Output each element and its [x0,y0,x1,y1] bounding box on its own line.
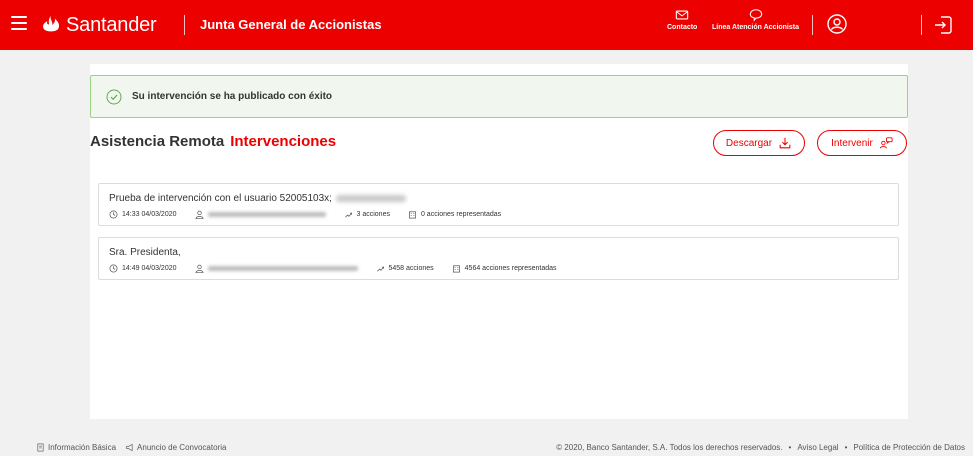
shares-icon [344,212,352,218]
contact-label: Contacto [667,24,698,31]
intervention-item[interactable]: Prueba de intervención con el usuario 52… [98,183,899,226]
intervention-shares: 5458 acciones [376,264,434,273]
app-title: Junta General de Accionistas [200,17,382,32]
building-icon [452,265,460,273]
intervention-title-text: Sra. Presidenta, [109,247,181,258]
intervention-item[interactable]: Sra. Presidenta, 14:49 04/03/2020 5458 a… [98,237,899,280]
intervention-meta: 14:49 04/03/2020 5458 acciones 4564 acci… [109,264,575,273]
page-title-main: Asistencia Remota [90,133,225,150]
footer-legal: © 2020, Banco Santander, S.A. Todos los … [550,443,965,452]
intervention-title-text: Prueba de intervención con el usuario 52… [109,193,332,204]
shareholder-line-link[interactable]: Línea Atención Accionista [712,8,799,31]
intervention-represented: 0 acciones representadas [408,210,501,219]
clock-icon [109,264,118,273]
intervention-time-value: 14:33 04/03/2020 [122,211,177,218]
header-divider [921,15,922,35]
intervention-time: 14:33 04/03/2020 [109,210,177,219]
footer-links: Información Básica Anuncio de Convocator… [36,443,235,452]
basic-info-link[interactable]: Información Básica [36,443,116,452]
speech-bubble-icon [749,9,762,22]
logout-icon[interactable] [932,14,954,36]
person-icon [194,210,204,219]
intervention-shares-value: 5458 acciones [388,265,434,272]
shareholder-line-label: Línea Atención Accionista [712,24,799,31]
intervention-user [194,264,358,273]
page-title-section: Intervenciones [230,133,337,150]
santander-logo[interactable]: Santander [40,12,157,38]
basic-info-label: Información Básica [48,443,117,452]
redacted-user-name [207,266,358,271]
page-title: Asistencia Remota Intervenciones [90,133,336,150]
intervention-shares: 3 acciones [344,210,390,219]
download-icon [779,137,791,149]
header-divider [184,15,185,35]
intervention-title: Sra. Presidenta, [109,247,181,258]
redacted-user-name [207,212,326,217]
brand-name: Santander [66,13,157,36]
intervention-meta: 14:33 04/03/2020 3 acciones 0 acciones r… [109,210,519,219]
santander-flame-icon [43,15,60,32]
document-icon [37,443,44,452]
intervention-represented-value: 0 acciones representadas [420,211,502,218]
clock-icon [109,210,118,219]
notice-link[interactable]: Anuncio de Convocatoria [125,443,226,452]
footer-separator: • [844,443,848,452]
envelope-icon [675,10,689,20]
privacy-policy-link[interactable]: Política de Protección de Datos [853,443,965,452]
user-circle-icon[interactable] [826,13,848,35]
redacted-name [335,194,406,202]
intervention-time-value: 14:49 04/03/2020 [122,265,177,272]
check-circle-icon [106,89,122,104]
header-divider [812,15,813,35]
footer: Información Básica Anuncio de Convocator… [0,440,973,456]
alert-message: Su intervención se ha publicado con éxit… [132,91,333,102]
copyright-text: © 2020, Banco Santander, S.A. Todos los … [556,443,783,452]
legal-notice-link[interactable]: Aviso Legal [797,443,838,452]
footer-separator: • [788,443,792,452]
intervention-user [194,210,326,219]
intervention-shares-value: 3 acciones [356,211,390,218]
building-icon [408,211,416,219]
success-alert: Su intervención se ha publicado con éxit… [90,75,908,118]
top-header: Santander Junta General de Accionistas C… [0,0,973,50]
notice-label: Anuncio de Convocatoria [137,443,227,452]
intervention-represented-value: 4564 acciones representadas [464,265,557,272]
intervention-represented: 4564 acciones representadas [452,264,557,273]
intervene-button[interactable]: Intervenir [817,130,907,156]
contact-link[interactable]: Contacto [667,8,697,31]
download-label: Descargar [725,137,773,149]
megaphone-icon [126,443,133,452]
download-button[interactable]: Descargar [713,130,805,156]
person-icon [194,264,204,273]
main-card: Su intervención se ha publicado con éxit… [90,64,908,419]
shares-icon [376,266,384,272]
intervene-label: Intervenir [831,137,873,149]
intervention-title: Prueba de intervención con el usuario 52… [109,193,406,204]
hamburger-menu-icon[interactable] [11,16,27,32]
chat-person-icon [879,137,893,149]
intervention-time: 14:49 04/03/2020 [109,264,177,273]
